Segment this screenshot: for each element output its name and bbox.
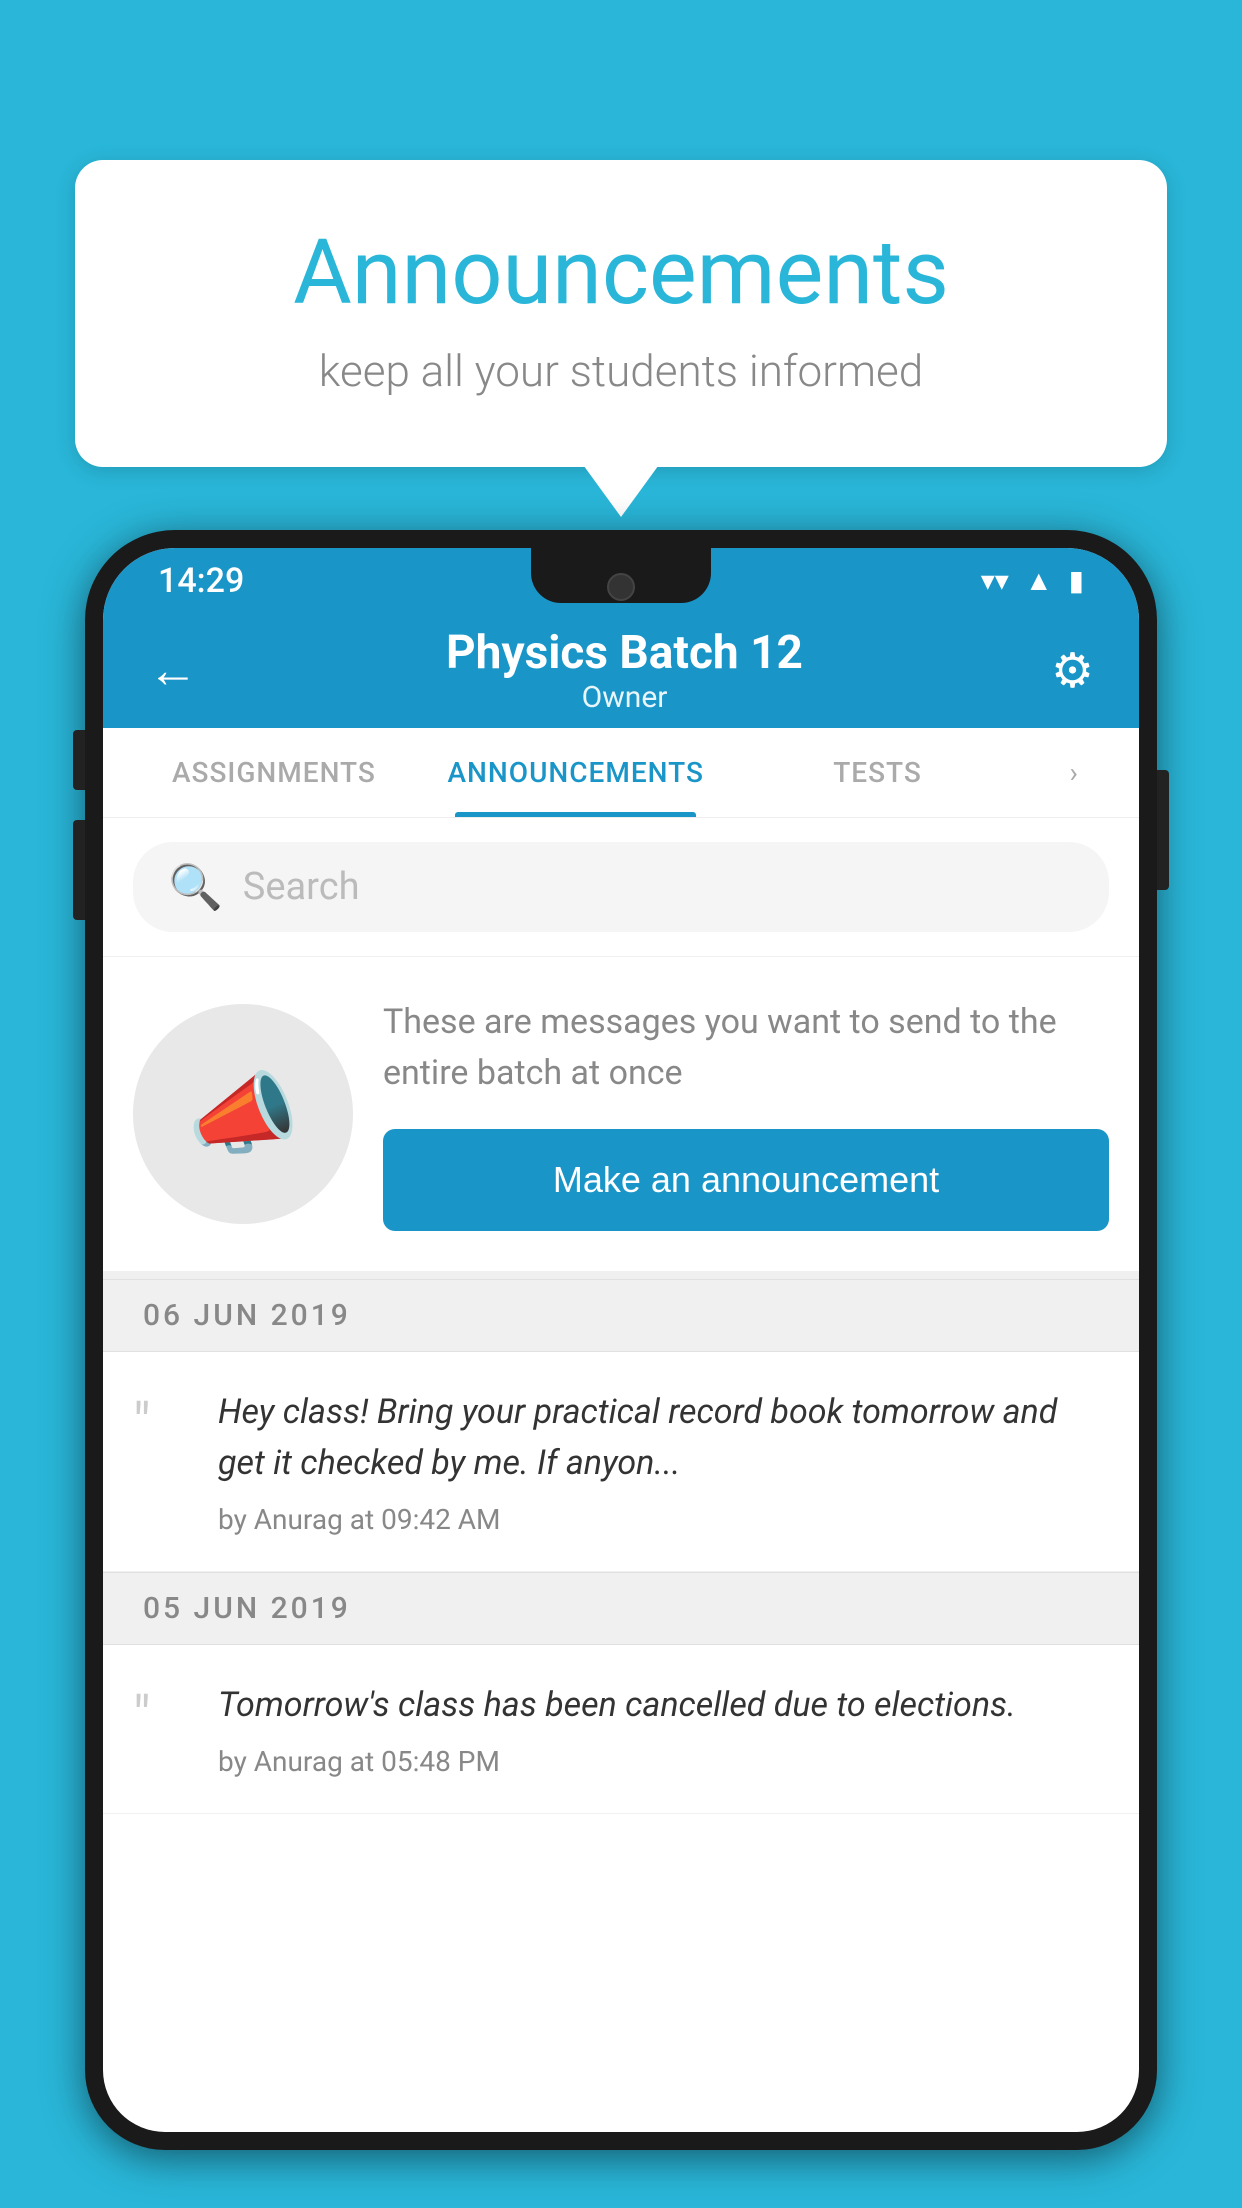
signal-icon: ▲: [1025, 564, 1053, 597]
announcement-content-2: Tomorrow's class has been cancelled due …: [218, 1680, 1104, 1778]
tab-announcements[interactable]: ANNOUNCEMENTS: [425, 728, 727, 817]
megaphone-circle: 📣: [133, 1004, 353, 1224]
battery-icon: ▮: [1069, 564, 1084, 597]
date-label-1: 06 JUN 2019: [143, 1298, 351, 1333]
quote-icon-2: ": [133, 1680, 193, 1745]
phone-mockup: 14:29 ▾▾ ▲ ▮ ← Physics Batch 12 Owner ⚙: [85, 530, 1157, 2208]
tab-tests[interactable]: TESTS: [727, 728, 1029, 817]
batch-title: Physics Batch 12: [446, 626, 803, 680]
announcement-text-2: Tomorrow's class has been cancelled due …: [218, 1680, 1104, 1731]
batch-role: Owner: [446, 680, 803, 715]
make-announcement-button[interactable]: Make an announcement: [383, 1129, 1109, 1231]
settings-icon[interactable]: ⚙: [1051, 642, 1094, 699]
date-label-2: 05 JUN 2019: [143, 1591, 351, 1626]
quote-icon-1: ": [133, 1387, 193, 1452]
volume-down-button: [73, 820, 85, 920]
promo-content: These are messages you want to send to t…: [383, 997, 1109, 1231]
power-button: [1157, 770, 1169, 890]
announcement-item-1[interactable]: " Hey class! Bring your practical record…: [103, 1352, 1139, 1572]
announcement-content-1: Hey class! Bring your practical record b…: [218, 1387, 1104, 1536]
search-bar[interactable]: 🔍 Search: [133, 842, 1109, 932]
wifi-icon: ▾▾: [981, 564, 1009, 597]
tabs-bar: ASSIGNMENTS ANNOUNCEMENTS TESTS ›: [103, 728, 1139, 818]
bubble-subtitle: keep all your students informed: [155, 345, 1087, 397]
phone-body: 14:29 ▾▾ ▲ ▮ ← Physics Batch 12 Owner ⚙: [85, 530, 1157, 2150]
status-icons: ▾▾ ▲ ▮: [981, 564, 1084, 597]
megaphone-icon: 📣: [187, 1062, 299, 1167]
tab-more[interactable]: ›: [1028, 728, 1119, 817]
announcement-author-1: by Anurag at 09:42 AM: [218, 1503, 1104, 1536]
status-time: 14:29: [158, 561, 244, 601]
date-separator-1: 06 JUN 2019: [103, 1279, 1139, 1352]
header-center: Physics Batch 12 Owner: [446, 626, 803, 715]
phone-screen: 14:29 ▾▾ ▲ ▮ ← Physics Batch 12 Owner ⚙: [103, 548, 1139, 2132]
date-separator-2: 05 JUN 2019: [103, 1572, 1139, 1645]
speech-bubble: Announcements keep all your students inf…: [75, 160, 1167, 467]
announcement-item-2[interactable]: " Tomorrow's class has been cancelled du…: [103, 1645, 1139, 1814]
promo-description: These are messages you want to send to t…: [383, 997, 1109, 1099]
search-container: 🔍 Search: [103, 818, 1139, 957]
front-camera: [607, 573, 635, 601]
phone-notch: [531, 548, 711, 603]
speech-bubble-section: Announcements keep all your students inf…: [75, 160, 1167, 467]
promo-section: 📣 These are messages you want to send to…: [103, 957, 1139, 1279]
search-placeholder: Search: [243, 865, 360, 909]
bubble-title: Announcements: [155, 220, 1087, 325]
search-icon: 🔍: [168, 861, 223, 913]
app-header: ← Physics Batch 12 Owner ⚙: [103, 613, 1139, 728]
tab-assignments[interactable]: ASSIGNMENTS: [123, 728, 425, 817]
back-button[interactable]: ←: [148, 641, 198, 700]
announcement-author-2: by Anurag at 05:48 PM: [218, 1745, 1104, 1778]
announcement-text-1: Hey class! Bring your practical record b…: [218, 1387, 1104, 1489]
volume-up-button: [73, 730, 85, 790]
